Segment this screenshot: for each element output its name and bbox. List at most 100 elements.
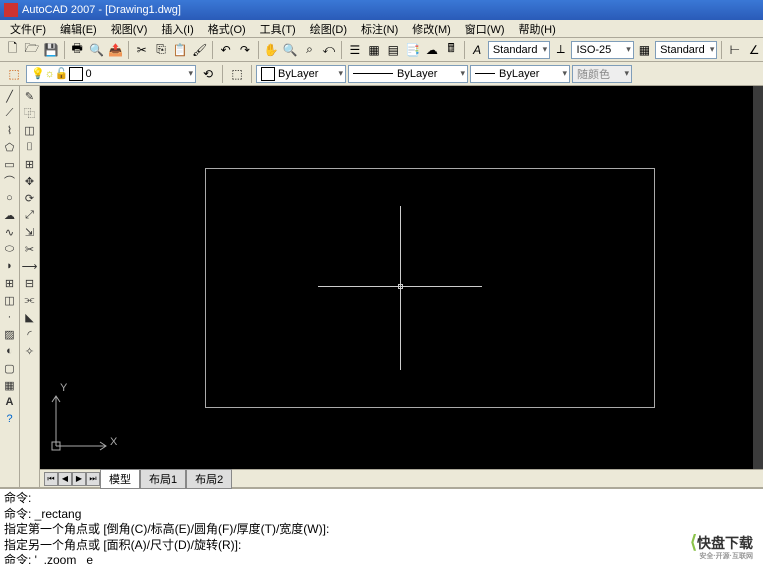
redo-icon[interactable]: ↷ — [236, 40, 253, 60]
cut-icon[interactable]: ✂ — [133, 40, 150, 60]
polygon-icon[interactable]: ⬠ — [1, 139, 19, 155]
menu-tools[interactable]: 工具(T) — [254, 20, 302, 38]
open-icon[interactable]: 🗁 — [23, 40, 40, 60]
spline-icon[interactable]: ∿ — [1, 224, 19, 240]
explode-icon[interactable]: ✧ — [21, 343, 39, 359]
textstyle-select[interactable]: Standard — [488, 41, 550, 59]
menu-insert[interactable]: 插入(I) — [155, 20, 199, 38]
matchprop-icon[interactable]: 🖌 — [191, 40, 208, 60]
undo-icon[interactable]: ↶ — [217, 40, 234, 60]
tab-last-icon[interactable]: ⏭ — [86, 472, 100, 486]
makeblock-icon[interactable]: ◫ — [1, 292, 19, 308]
layer-select[interactable]: 💡 ☼ 🔓 0 — [26, 65, 196, 83]
dim-angular-icon[interactable]: ∠ — [746, 40, 763, 60]
calc-icon[interactable]: 🖩 — [442, 40, 459, 60]
lineweight-select[interactable]: ByLayer — [470, 65, 570, 83]
zoom-rt-icon[interactable]: 🔍 — [282, 40, 299, 60]
linetype-preview — [353, 73, 393, 74]
layer-name: 0 — [86, 68, 92, 80]
arc-icon[interactable]: ⌒ — [1, 173, 19, 189]
menu-dimension[interactable]: 标注(N) — [355, 20, 404, 38]
paste-icon[interactable]: 📋 — [172, 40, 189, 60]
ellipse-icon[interactable]: ⬭ — [1, 241, 19, 257]
preview-icon[interactable]: 🔍 — [88, 40, 105, 60]
color-select[interactable]: ByLayer — [256, 65, 346, 83]
plotstyle-select[interactable]: 随颜色 — [572, 65, 632, 83]
hatch-icon[interactable]: ▨ — [1, 326, 19, 342]
pan-icon[interactable]: ✋ — [262, 40, 279, 60]
linetype-select[interactable]: ByLayer — [348, 65, 468, 83]
save-icon[interactable]: 💾 — [43, 40, 60, 60]
copy-icon[interactable]: ⎘ — [152, 40, 169, 60]
join-icon[interactable]: ⫘ — [21, 292, 39, 308]
tab-layout2[interactable]: 布局2 — [186, 469, 232, 489]
model-canvas[interactable]: X Y — [40, 86, 763, 469]
layerprops-icon[interactable]: ⬚ — [4, 64, 24, 84]
rectangle-object[interactable] — [205, 168, 655, 408]
menu-help[interactable]: 帮助(H) — [513, 20, 562, 38]
linetype-value: ByLayer — [397, 68, 437, 80]
chamfer-icon[interactable]: ◣ — [21, 309, 39, 325]
properties-icon[interactable]: ☰ — [346, 40, 363, 60]
break-icon[interactable]: ⊟ — [21, 275, 39, 291]
mtext-icon[interactable]: A — [1, 394, 19, 410]
tab-layout1[interactable]: 布局1 — [140, 469, 186, 489]
menu-format[interactable]: 格式(O) — [202, 20, 252, 38]
erase-icon[interactable]: ✎ — [21, 88, 39, 104]
color-swatch — [261, 67, 275, 81]
menu-view[interactable]: 视图(V) — [105, 20, 154, 38]
menu-draw[interactable]: 绘图(D) — [304, 20, 353, 38]
tab-next-icon[interactable]: ▶ — [72, 472, 86, 486]
dimstyle-select[interactable]: ISO-25 — [571, 41, 633, 59]
vertical-scrollbar[interactable] — [753, 86, 763, 469]
move-icon[interactable]: ✥ — [21, 173, 39, 189]
dim-linear-icon[interactable]: ⊢ — [726, 40, 743, 60]
tablestyle-select[interactable]: Standard — [655, 41, 717, 59]
tab-prev-icon[interactable]: ◀ — [58, 472, 72, 486]
dimstyle-icon[interactable]: ⟂ — [552, 40, 569, 60]
gradient-icon[interactable]: ◐ — [1, 343, 19, 359]
line-icon[interactable]: ╱ — [1, 88, 19, 104]
insertblock-icon[interactable]: ⊞ — [1, 275, 19, 291]
publish-icon[interactable]: 📤 — [107, 40, 124, 60]
sheetset-icon[interactable]: 📑 — [404, 40, 421, 60]
menu-edit[interactable]: 编辑(E) — [54, 20, 103, 38]
zoom-win-icon[interactable]: ⌕ — [301, 40, 318, 60]
print-icon[interactable]: 🖶 — [69, 40, 86, 60]
mirror-icon[interactable]: ◫ — [21, 122, 39, 138]
polyline-icon[interactable]: ⌇ — [1, 122, 19, 138]
menu-file[interactable]: 文件(F) — [4, 20, 52, 38]
xline-icon[interactable]: ⟋ — [1, 105, 19, 121]
tablestyle-icon[interactable]: ▦ — [636, 40, 653, 60]
circle-icon[interactable]: ○ — [1, 190, 19, 206]
revcloud-icon[interactable]: ☁ — [1, 207, 19, 223]
textstyle-icon[interactable]: A — [469, 40, 486, 60]
offset-icon[interactable]: ⌷ — [21, 139, 39, 155]
menu-modify[interactable]: 修改(M) — [406, 20, 457, 38]
tab-model[interactable]: 模型 — [100, 469, 140, 489]
new-icon[interactable]: 🗋 — [4, 40, 21, 60]
layerstate-icon[interactable]: ⬚ — [227, 64, 247, 84]
scale-icon[interactable]: ⤢ — [21, 207, 39, 223]
array-icon[interactable]: ⊞ — [21, 156, 39, 172]
layer-prev-icon[interactable]: ⟲ — [198, 64, 218, 84]
command-window[interactable]: 命令: 命令: _rectang 指定第一个角点或 [倒角(C)/标高(E)/圆… — [0, 487, 763, 564]
fillet-icon[interactable]: ◜ — [21, 326, 39, 342]
ellipsearc-icon[interactable]: ◗ — [1, 258, 19, 274]
help-icon[interactable]: ? — [1, 411, 19, 427]
tab-first-icon[interactable]: ⏮ — [44, 472, 58, 486]
region-icon[interactable]: ▢ — [1, 360, 19, 376]
stretch-icon[interactable]: ⇲ — [21, 224, 39, 240]
designcenter-icon[interactable]: ▦ — [365, 40, 382, 60]
zoom-prev-icon[interactable]: ⤺ — [320, 40, 337, 60]
trim-icon[interactable]: ✂ — [21, 241, 39, 257]
toolpalette-icon[interactable]: ▤ — [385, 40, 402, 60]
copy-obj-icon[interactable]: ⿻ — [21, 105, 39, 121]
extend-icon[interactable]: ⟶ — [21, 258, 39, 274]
point-icon[interactable]: · — [1, 309, 19, 325]
rotate-icon[interactable]: ⟳ — [21, 190, 39, 206]
menu-window[interactable]: 窗口(W) — [459, 20, 511, 38]
table-icon[interactable]: ▦ — [1, 377, 19, 393]
markup-icon[interactable]: ☁ — [423, 40, 440, 60]
rectangle-icon[interactable]: ▭ — [1, 156, 19, 172]
